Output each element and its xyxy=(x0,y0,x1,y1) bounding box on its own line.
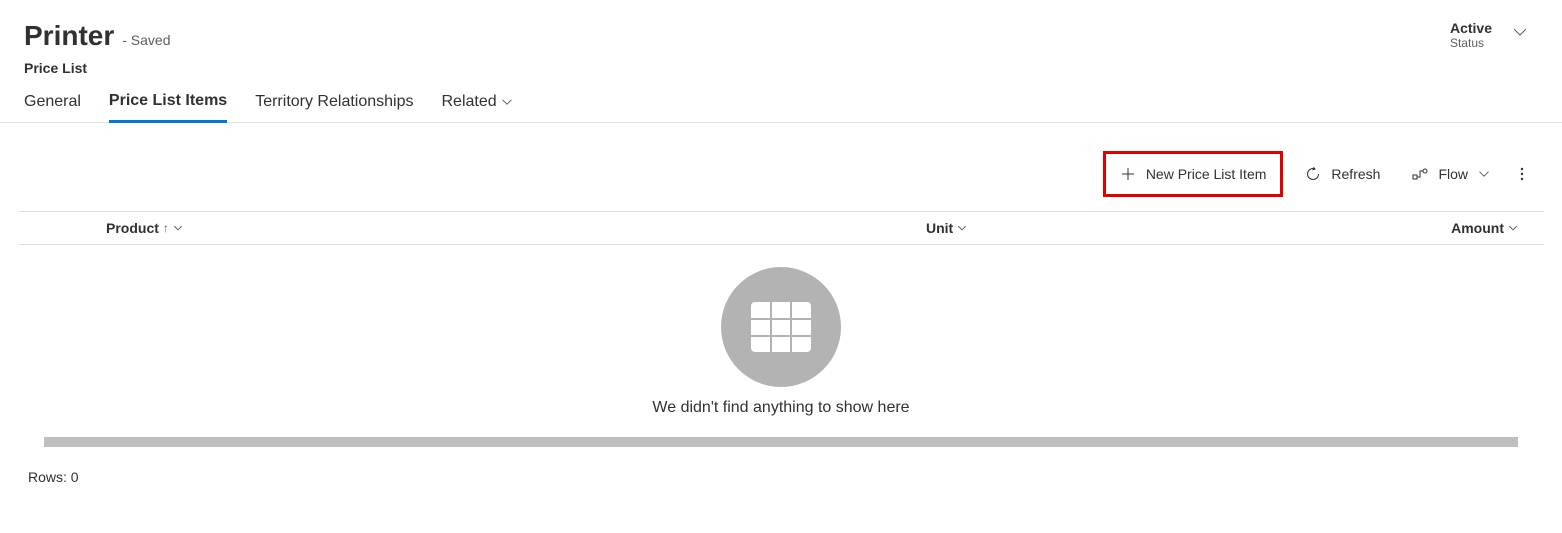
header-left: Printer - Saved Price List xyxy=(24,20,171,76)
refresh-icon xyxy=(1305,166,1321,182)
column-header-product[interactable]: Product ↑ xyxy=(106,220,926,236)
flow-button[interactable]: Flow xyxy=(1402,158,1500,190)
refresh-label: Refresh xyxy=(1331,166,1380,182)
tab-price-list-items[interactable]: Price List Items xyxy=(109,92,227,123)
status-label: Status xyxy=(1450,36,1492,50)
new-price-list-item-button[interactable]: New Price List Item xyxy=(1103,151,1284,197)
form-tabs: General Price List Items Territory Relat… xyxy=(0,76,1562,123)
row-count: Rows: 0 xyxy=(28,469,79,485)
form-header: Printer - Saved Price List Active Status xyxy=(0,0,1562,76)
empty-grid-icon xyxy=(721,267,841,387)
sort-ascending-icon: ↑ xyxy=(163,221,169,235)
refresh-button[interactable]: Refresh xyxy=(1295,158,1390,190)
scrollbar-thumb[interactable] xyxy=(44,437,1518,447)
header-right: Active Status xyxy=(1450,20,1538,50)
product-column-label: Product xyxy=(106,220,159,236)
chevron-down-icon xyxy=(1508,223,1518,233)
empty-state: We didn't find anything to show here xyxy=(18,245,1544,425)
unit-column-label: Unit xyxy=(926,220,953,236)
chevron-down-icon[interactable] xyxy=(1512,20,1528,40)
grid-header-row: Product ↑ Unit Amount xyxy=(18,212,1544,245)
tab-territory-relationships[interactable]: Territory Relationships xyxy=(255,92,413,122)
chevron-down-icon xyxy=(501,96,513,108)
more-commands-button[interactable] xyxy=(1512,166,1532,182)
select-all-column[interactable] xyxy=(18,220,106,236)
column-header-amount[interactable]: Amount xyxy=(1396,220,1544,236)
amount-column-label: Amount xyxy=(1451,220,1504,236)
chevron-down-icon xyxy=(957,223,967,233)
flow-icon xyxy=(1412,166,1428,182)
subgrid-toolbar: New Price List Item Refresh Flow xyxy=(18,147,1544,212)
empty-state-message: We didn't find anything to show here xyxy=(652,399,909,417)
grid-footer: Rows: 0 xyxy=(18,447,1544,507)
flow-label: Flow xyxy=(1438,166,1468,182)
chevron-down-icon xyxy=(1478,168,1490,180)
subgrid-area: New Price List Item Refresh Flow xyxy=(0,123,1562,507)
tab-general[interactable]: General xyxy=(24,92,81,122)
new-item-label: New Price List Item xyxy=(1146,166,1267,182)
status-value: Active xyxy=(1450,20,1492,36)
tab-related-label: Related xyxy=(441,93,496,111)
tab-related[interactable]: Related xyxy=(441,92,512,122)
status-field[interactable]: Active Status xyxy=(1450,20,1492,50)
page-title: Printer xyxy=(24,20,114,52)
entity-subtitle: Price List xyxy=(24,60,171,76)
title-row: Printer - Saved xyxy=(24,20,171,52)
saved-status: - Saved xyxy=(122,32,170,48)
column-header-unit[interactable]: Unit xyxy=(926,220,1396,236)
chevron-down-icon xyxy=(173,223,183,233)
horizontal-scrollbar[interactable] xyxy=(44,437,1518,447)
plus-icon xyxy=(1120,166,1136,182)
